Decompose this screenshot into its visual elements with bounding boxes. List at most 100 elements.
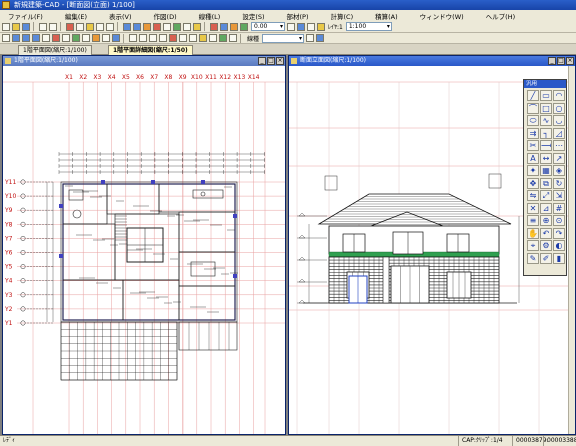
pen-tool-icon[interactable]: ✎ (527, 252, 539, 264)
extend-tool-icon[interactable]: ⟶ (540, 140, 552, 151)
grid-tool-icon[interactable]: # (553, 202, 565, 214)
erase-tool-icon[interactable]: ✕ (527, 202, 539, 214)
color-tool-icon[interactable]: ◐ (553, 240, 565, 251)
menu-item[interactable]: 設定(S) (242, 11, 264, 21)
dimension-icon[interactable] (52, 34, 60, 42)
copy-object-icon[interactable] (139, 34, 147, 42)
line-icon[interactable] (12, 34, 20, 42)
close-icon[interactable]: × (566, 57, 574, 65)
arc-tool-icon[interactable]: ◠ (553, 90, 565, 101)
paint-icon[interactable] (219, 34, 227, 42)
beam-icon[interactable] (112, 34, 120, 42)
floor-plan-window[interactable]: 1階平面図(縮尺:1/100) _ □ × X1 X2 X3 X4 X5 X6 X7 X8 X9 X1… (2, 55, 286, 435)
help-icon[interactable] (317, 22, 325, 31)
menu-item[interactable]: 表示(V) (109, 11, 132, 21)
pan-icon[interactable] (143, 22, 151, 31)
attr-tool-icon[interactable]: ⚙ (540, 240, 552, 251)
pencil-tool-icon[interactable]: ✐ (540, 252, 552, 264)
polyline-tool-icon[interactable]: ⌒ (527, 102, 539, 114)
copy-icon[interactable] (76, 22, 84, 31)
pointer-icon[interactable] (2, 34, 10, 42)
menu-item[interactable]: 計算(C) (331, 11, 354, 21)
grid-icon[interactable] (163, 22, 171, 31)
trim-icon[interactable] (179, 34, 187, 42)
open-folder-icon[interactable] (12, 22, 20, 31)
color-icon[interactable] (306, 34, 315, 42)
menu-item[interactable]: 線種(L) (199, 11, 221, 21)
menu-item[interactable]: ファイル(F) (8, 11, 43, 21)
menu-item[interactable]: ヘルプ(H) (486, 11, 515, 21)
rotate-tool-icon[interactable]: ↻ (553, 177, 565, 189)
hatch-tool-icon[interactable]: ▦ (540, 165, 552, 176)
symbol-icon[interactable] (82, 34, 90, 42)
ortho-icon[interactable] (183, 22, 191, 31)
line-tool-icon[interactable]: ╱ (527, 90, 539, 101)
menu-item[interactable]: ウィンドウ(W) (420, 11, 464, 21)
mirror-tool-icon[interactable]: ⇋ (527, 190, 539, 201)
rotate-icon[interactable] (149, 34, 157, 42)
menu-item[interactable]: 編集(E) (65, 11, 87, 21)
roof-icon[interactable] (240, 22, 248, 31)
minimize-icon[interactable]: _ (258, 57, 266, 65)
maximize-icon[interactable]: □ (557, 57, 565, 65)
select-icon[interactable] (297, 22, 305, 31)
measure-icon[interactable] (287, 22, 295, 31)
delete-icon[interactable] (169, 34, 177, 42)
dim-tool-icon[interactable]: ↔ (540, 152, 552, 164)
door-icon[interactable] (230, 22, 238, 31)
curve-tool-icon[interactable]: ∿ (540, 115, 552, 126)
text-tool-icon[interactable]: A (527, 152, 539, 164)
square-tool-icon[interactable]: □ (540, 102, 552, 114)
menu-item[interactable]: 作図(D) (154, 11, 177, 21)
paste-icon[interactable] (86, 22, 94, 31)
line-type-combo[interactable] (262, 33, 305, 43)
paint-tool-icon[interactable]: ◈ (553, 165, 565, 176)
maximize-icon[interactable]: □ (267, 57, 275, 65)
fillet-icon[interactable] (199, 34, 207, 42)
pick-tool-icon[interactable]: ⌖ (527, 240, 539, 251)
measure-tool-icon[interactable]: ⊿ (540, 202, 552, 214)
trim-tool-icon[interactable]: ✂ (527, 140, 539, 151)
minimize-icon[interactable]: _ (548, 57, 556, 65)
mirror-icon[interactable] (159, 34, 167, 42)
tab-plan[interactable]: 1階平面図(縮尺:1/100) (18, 45, 92, 55)
ellipse-tool-icon[interactable]: ⬭ (527, 115, 539, 126)
zoom-in-icon[interactable] (123, 22, 131, 31)
print-icon[interactable] (39, 22, 47, 31)
window-icon[interactable] (220, 22, 228, 31)
redo-tool-icon[interactable]: ↷ (553, 227, 565, 239)
new-file-icon[interactable] (2, 22, 10, 31)
copy-tool-icon[interactable]: ⧉ (540, 177, 552, 189)
circle-icon[interactable] (32, 34, 40, 42)
redraw-icon[interactable] (153, 22, 161, 31)
scale-tool-icon[interactable]: ⤢ (540, 190, 552, 201)
tool-palette[interactable]: 汎用 ╱ ▭ ◠ ⌒ □ ○ ⬭ ∿ ◡ ⇉ ┐ ◿ ✂ ⟶ ⋯ A ↔ ↗ ✦ ▦ ◈ ✥ ⧉ ↻ ⇋ ⤢ ⇲ ✕ ⊿ # ≡ ⊕ ⊙ ✋ ↶ ↷ ⌖… (523, 79, 567, 276)
hatch-icon[interactable] (72, 34, 80, 42)
floor-plan-drawing[interactable]: X1 X2 X3 X4 X5 X6 X7 X8 X9 X10 X11 X12 X13 X14 Y11 Y10 Y… (3, 66, 285, 434)
zoom-tool-icon[interactable]: ⊙ (553, 215, 565, 226)
fillet-tool-icon[interactable]: ┐ (540, 127, 552, 139)
group-icon[interactable] (229, 34, 237, 42)
preview-icon[interactable] (49, 22, 57, 31)
move-tool-icon[interactable]: ✥ (527, 177, 539, 189)
undo-icon[interactable] (96, 22, 104, 31)
chamfer-tool-icon[interactable]: ◿ (553, 127, 565, 139)
close-icon[interactable]: × (276, 57, 284, 65)
offset-tool-icon[interactable]: ⇉ (527, 127, 539, 139)
undo-tool-icon[interactable]: ↶ (540, 227, 552, 239)
layer-height-combo[interactable]: 0.00 (251, 22, 285, 31)
cut-icon[interactable] (66, 22, 74, 31)
leader-tool-icon[interactable]: ↗ (553, 152, 565, 164)
stretch-tool-icon[interactable]: ⇲ (553, 190, 565, 201)
weight-icon[interactable] (316, 34, 325, 42)
symbol-tool-icon[interactable]: ✦ (527, 165, 539, 176)
stair-icon[interactable] (92, 34, 100, 42)
arc3-tool-icon[interactable]: ◡ (553, 115, 565, 126)
scale-combo[interactable]: 1:100 (345, 22, 392, 31)
layer-icon[interactable] (193, 22, 201, 31)
save-icon[interactable] (22, 22, 30, 31)
menu-item[interactable]: 積算(A) (375, 11, 398, 21)
floor-plan-window-titlebar[interactable]: 1階平面図(縮尺:1/100) _ □ × (3, 56, 285, 66)
snap-icon[interactable] (173, 22, 181, 31)
column-icon[interactable] (102, 34, 110, 42)
